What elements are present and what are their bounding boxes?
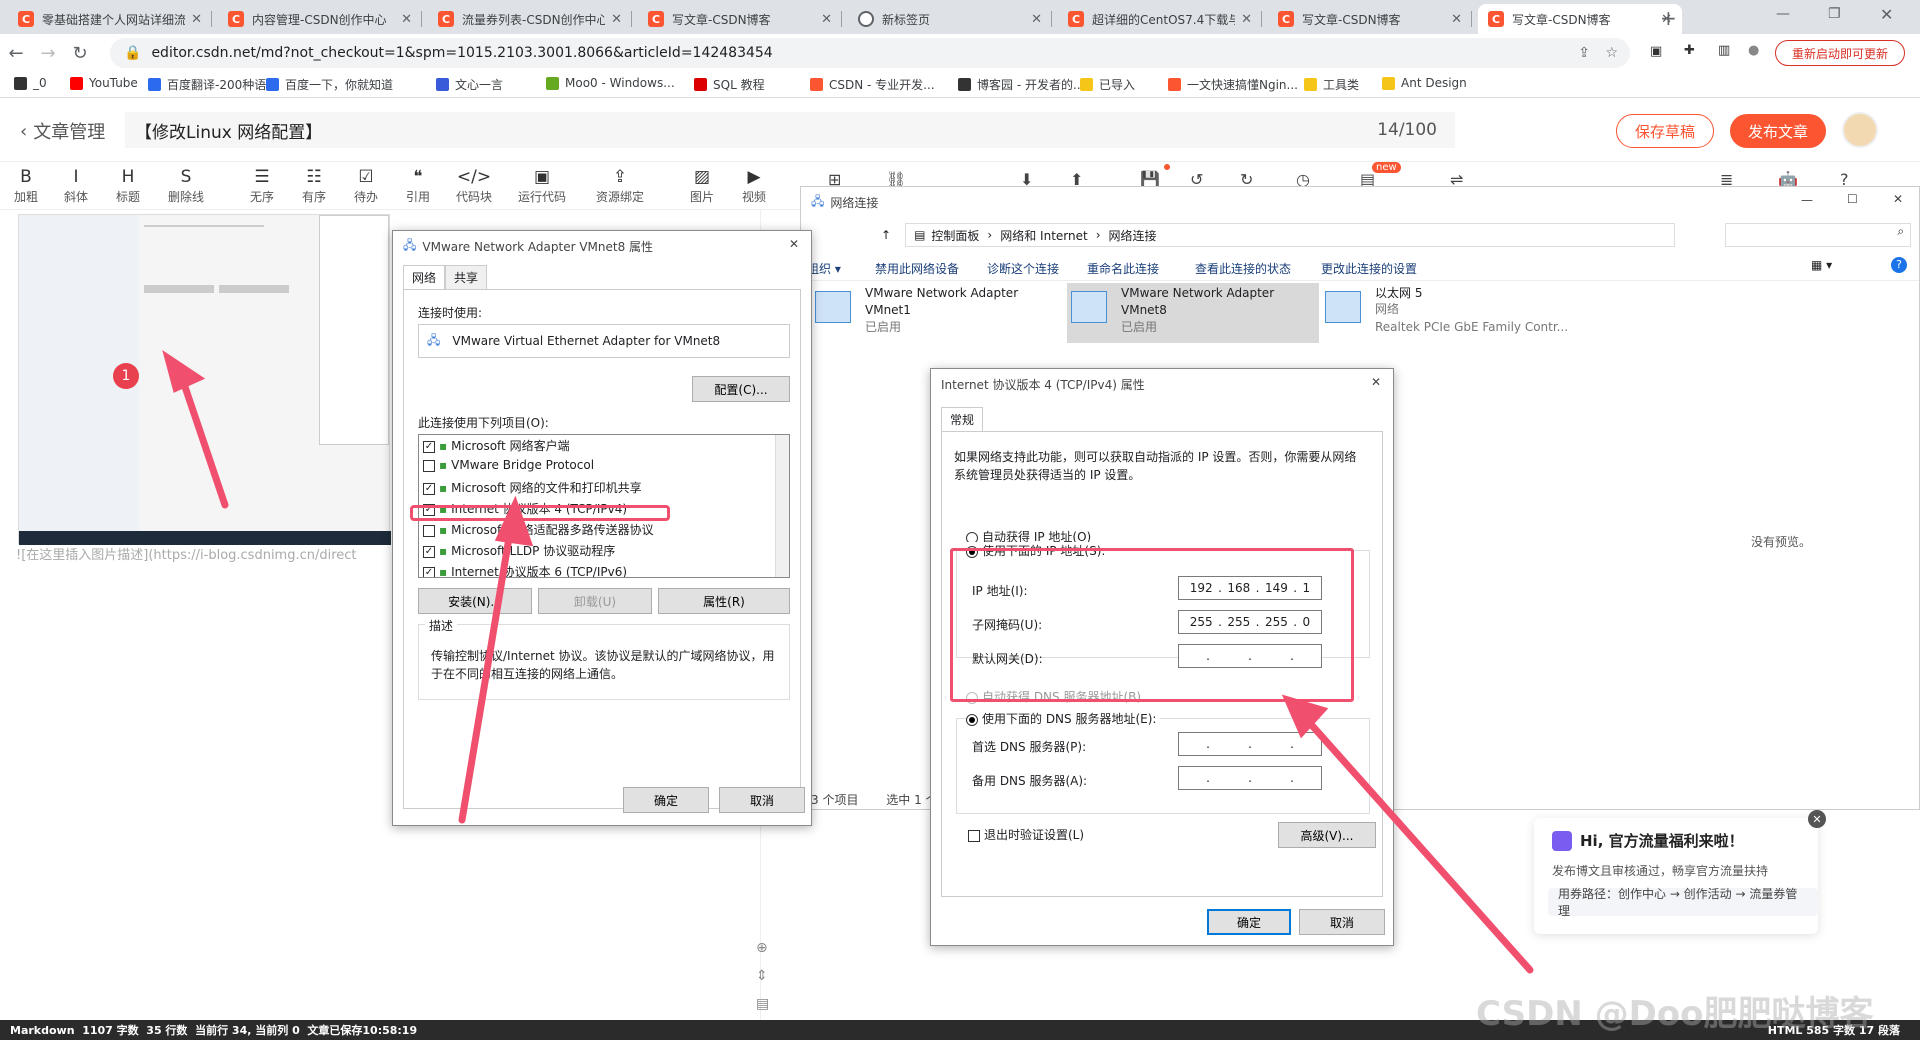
arrowhead	[162, 349, 206, 393]
arrowhead	[494, 495, 534, 547]
arrow-to-ip-settings	[1296, 708, 1534, 974]
status-text: Markdown 1107 字数 35 行数 当前行 34, 当前列 0 文章已…	[10, 1024, 418, 1037]
arrow-to-settings	[176, 368, 229, 509]
watermark: CSDN @Doo肥肥哒博客	[1476, 994, 1874, 1034]
arrow-to-ipv4-item	[458, 516, 516, 824]
annotation-arrows	[162, 349, 1534, 974]
